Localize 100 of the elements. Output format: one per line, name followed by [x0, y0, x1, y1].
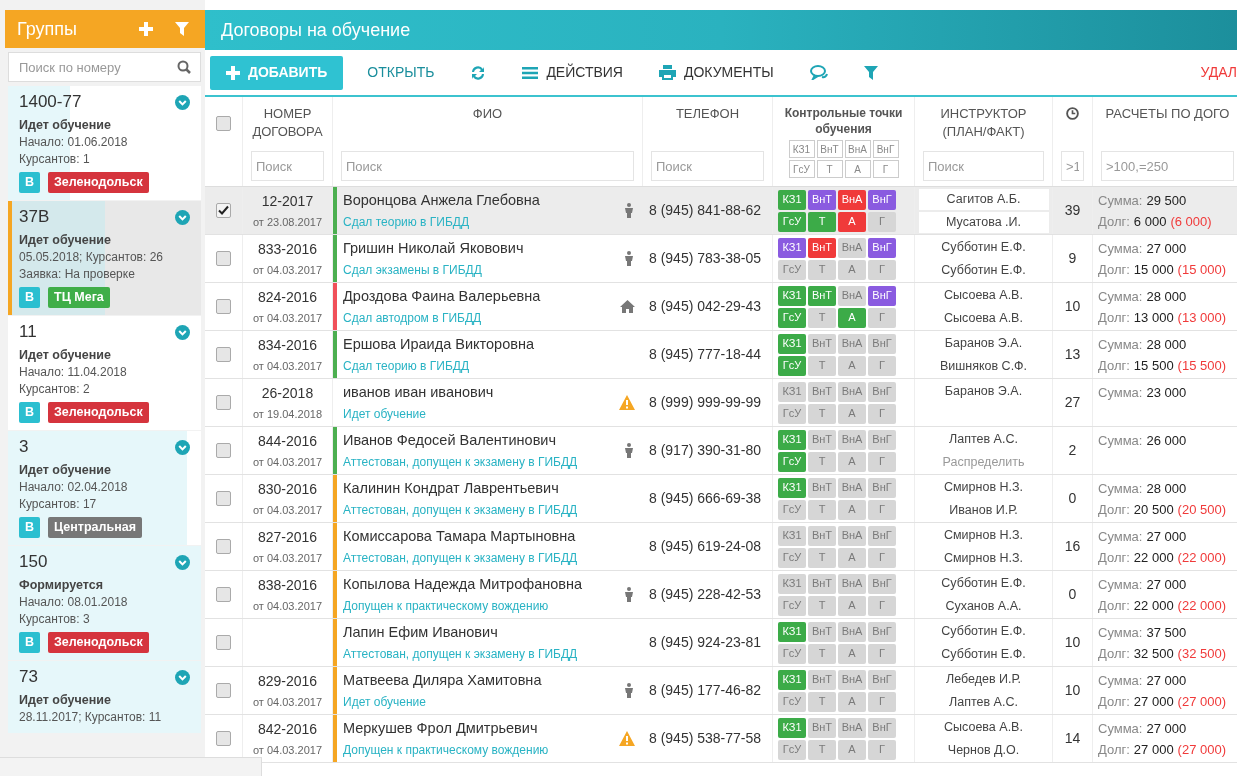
group-tag: В	[19, 287, 41, 308]
instructor-name[interactable]: Лаптев А.С.	[918, 692, 1049, 713]
column-filter-field[interactable]: Поиск	[251, 151, 324, 181]
student-name[interactable]: иванов иван иванович	[343, 381, 619, 404]
checkbox[interactable]	[216, 539, 231, 554]
student-name[interactable]: Лапин Ефим Иванович	[343, 621, 635, 644]
chevron-down-icon[interactable]	[175, 439, 190, 455]
table-row[interactable]: 26-2018 от 19.04.2018 иванов иван иванович Идет обучение 8 (999) 999-99-99 КЗ1 ВнТ ВнА ВнГ ГсУ Т А Г Баранов Э.А. 27 Сумма: 23 000	[205, 379, 1237, 427]
overdue-value: (6 000)	[1170, 212, 1212, 231]
table-row[interactable]: 827-2016 от 04.03.2017 Комиссарова Тамара Мартыновна Аттестован, допущен к экзамену в ГИБДД 8 (945) 619-24-08 КЗ1 ВнТ ВнА ВнГ ГсУ Т А Г Смирнов Н.З. Смирнов Н.З. 16 Сумма: 27 000 Долг: 22 000 (22 000)	[205, 523, 1237, 571]
column-filter-field[interactable]: Поиск	[923, 151, 1044, 181]
overdue-value: (15 000)	[1177, 260, 1227, 279]
student-name[interactable]: Калинин Кондрат Лаврентьевич	[343, 477, 635, 500]
checkbox[interactable]	[216, 116, 231, 131]
instructor-name[interactable]: Субботин Е.Ф.	[918, 573, 1049, 594]
checkbox[interactable]	[216, 443, 231, 458]
checkpoint-chip: Т	[808, 643, 836, 664]
instructor-name[interactable]: Баранов Э.А.	[918, 333, 1049, 354]
instructor-name[interactable]: Субботин Е.Ф.	[918, 237, 1049, 258]
checkpoint-chip: Т	[808, 499, 836, 520]
instructor-name[interactable]: Баранов Э.А.	[918, 381, 1049, 402]
phone-number: 8 (917) 390-31-80	[649, 441, 762, 460]
chevron-down-icon[interactable]	[175, 324, 190, 340]
group-card[interactable]: 3 Идет обучение Начало: 02.04.2018 Курсантов: 17 В Центральная	[8, 431, 201, 545]
table-row[interactable]: 838-2016 от 04.03.2017 Копылова Надежда Митрофановна Допущен к практическому вождению 8 (945) 228-42-53 КЗ1 ВнТ ВнА ВнГ ГсУ Т А Г Субботин Е.Ф. Суханов А.А. 0 Сумма: 27 000 Долг: 22 000 (22 000)	[205, 571, 1237, 619]
instructor-name[interactable]: Чернов Д.О.	[918, 740, 1049, 761]
student-name[interactable]: Комиссарова Тамара Мартыновна	[343, 525, 635, 548]
column-filter-field[interactable]: >100,=250	[1101, 151, 1234, 181]
instructor-name[interactable]: Суханов А.А.	[918, 596, 1049, 617]
student-name[interactable]: Меркушев Фрол Дмитрьевич	[343, 717, 619, 740]
instructor-name[interactable]: Смирнов Н.З.	[918, 477, 1049, 498]
table-row[interactable]: 833-2016 от 04.03.2017 Гришин Николай Яковович Сдал экзамены в ГИБДД 8 (945) 783-38-05 КЗ1 ВнТ ВнА ВнГ ГсУ Т А Г Субботин Е.Ф. Субботин Е.Ф. 9 Сумма: 27 000 Долг: 15 000 (15 000)	[205, 235, 1237, 283]
group-card[interactable]: 73 Идет обучение 28.11.2017; Курсантов: 11	[8, 661, 201, 733]
chevron-down-icon[interactable]	[175, 209, 190, 225]
group-card[interactable]: 37В Идет обучение 05.05.2018; Курсантов: 26 Заявка: На проверке В ТЦ Мега	[8, 201, 201, 315]
checkbox[interactable]	[216, 587, 231, 602]
table-row[interactable]: 12-2017 от 23.08.2017 Воронцова Анжела Глебовна Сдал теорию в ГИБДД 8 (945) 841-88-62 КЗ1 ВнТ ВнА ВнГ ГсУ Т А Г Сагитов А.Б. Мусатова .И. 39 Сумма: 29 500 Долг: 6 000 (6 000)	[205, 187, 1237, 235]
table-row[interactable]: 830-2016 от 04.03.2017 Калинин Кондрат Лаврентьевич Аттестован, допущен к экзамену в ГИБДД 8 (945) 666-69-38 КЗ1 ВнТ ВнА ВнГ ГсУ Т А Г Смирнов Н.З. Иванов И.Р. 0 Сумма: 28 000 Долг: 20 500 (20 500)	[205, 475, 1237, 523]
group-card[interactable]: 150 Формируется Начало: 08.01.2018 Курсантов: 3 В Зеленодольск	[8, 546, 201, 660]
sum-label: Сумма:	[1098, 528, 1143, 546]
table-row[interactable]: 834-2016 от 04.03.2017 Ершова Ираида Викторовна Сдал теорию в ГИБДД 8 (945) 777-18-44 КЗ1 ВнТ ВнА ВнГ ГсУ Т А Г Баранов Э.А. Вишняков С.Ф. 13 Сумма: 28 000 Долг: 15 500 (15 500)	[205, 331, 1237, 379]
column-filter-field[interactable]: Поиск	[651, 151, 764, 181]
instructor-name[interactable]: Вишняков С.Ф.	[918, 356, 1049, 377]
group-card[interactable]: 11 Идет обучение Начало: 11.04.2018 Курсантов: 2 В Зеленодольск	[8, 316, 201, 430]
checkbox[interactable]	[216, 347, 231, 362]
instructor-name[interactable]: Смирнов Н.З.	[918, 525, 1049, 546]
student-name[interactable]: Ершова Ираида Викторовна	[343, 333, 635, 356]
checkbox[interactable]	[216, 203, 231, 218]
student-name[interactable]: Матвеева Диляра Хамитовна	[343, 669, 623, 692]
table-row[interactable]: Лапин Ефим Иванович Аттестован, допущен к экзамену в ГИБДД 8 (945) 924-23-81 КЗ1 ВнТ ВнА ВнГ ГсУ Т А Г Субботин Е.Ф. Субботин Е.Ф. 10 Сумма: 37 500 Долг: 32 500 (32 500)	[205, 619, 1237, 667]
column-filter-field[interactable]: Поиск	[341, 151, 634, 181]
checkbox[interactable]	[216, 395, 231, 410]
instructor-name[interactable]: Лебедев И.Р.	[918, 669, 1049, 690]
hours-count: 13	[1064, 345, 1081, 364]
chevron-down-icon[interactable]	[175, 554, 190, 570]
checkpoint-legend: КЗ1	[788, 140, 815, 158]
checkbox[interactable]	[216, 491, 231, 506]
instructor-name[interactable]: Смирнов Н.З.	[918, 548, 1049, 569]
open-button[interactable]: ОТКРЫТЬ	[355, 55, 447, 90]
group-card[interactable]: 1400-77 Идет обучение Начало: 01.06.2018 Курсантов: 1 В Зеленодольск	[8, 86, 201, 200]
checkbox[interactable]	[216, 635, 231, 650]
instructor-name[interactable]: Сысоева А.В.	[918, 717, 1049, 738]
checkbox[interactable]	[216, 731, 231, 746]
checkpoint-chip: Г	[868, 259, 896, 280]
student-name[interactable]: Копылова Надежда Митрофановна	[343, 573, 623, 596]
documents-button[interactable]: ДОКУМЕНТЫ	[646, 55, 786, 90]
instructor-name[interactable]: Сагитов А.Б.	[918, 189, 1049, 210]
group-search-field[interactable]: Поиск по номеру	[8, 52, 201, 82]
chevron-down-icon[interactable]	[175, 669, 190, 685]
instructor-name[interactable]: Сысоева А.В.	[918, 308, 1049, 329]
instructor-name[interactable]: Мусатова .И.	[918, 212, 1049, 233]
delete-button[interactable]: УДАЛ	[1188, 55, 1237, 90]
checkbox[interactable]	[216, 299, 231, 314]
instructor-name[interactable]: Субботин Е.Ф.	[918, 260, 1049, 281]
instructor-name[interactable]: Лаптев А.С.	[918, 429, 1049, 450]
chat-icon	[809, 65, 828, 80]
student-name[interactable]: Воронцова Анжела Глебовна	[343, 189, 623, 212]
actions-button[interactable]: ДЕЙСТВИЯ	[510, 55, 635, 90]
sum-label: Сумма:	[1098, 192, 1143, 210]
instructor-name[interactable]: Субботин Е.Ф.	[918, 644, 1049, 665]
debt-label: Долг:	[1098, 548, 1130, 567]
table-row[interactable]: 844-2016 от 04.03.2017 Иванов Федосей Валентинович Аттестован, допущен к экзамену в ГИБДД 8 (917) 390-31-80 КЗ1 ВнТ ВнА ВнГ ГсУ Т А Г Лаптев А.С. Распределить 2 Сумма: 26 000	[205, 427, 1237, 475]
student-name[interactable]: Дроздова Фаина Валерьевна	[343, 285, 620, 308]
phone-number: 8 (945) 538-77-58	[649, 729, 762, 748]
instructor-name[interactable]: Иванов И.Р.	[918, 500, 1049, 521]
instructor-name[interactable]: Субботин Е.Ф.	[918, 621, 1049, 642]
checkpoint-chip: ГсУ	[778, 355, 806, 376]
scrollbar[interactable]	[0, 757, 262, 776]
overdue-value: (27 000)	[1177, 740, 1227, 759]
table-row[interactable]: 829-2016 от 04.03.2017 Матвеева Диляра Хамитовна Идет обучение 8 (945) 177-46-82 КЗ1 ВнТ ВнА ВнГ ГсУ Т А Г Лебедев И.Р. Лаптев А.С. 10 Сумма: 27 000 Долг: 27 000 (27 000)	[205, 667, 1237, 715]
checkpoint-chip: ВнГ	[868, 333, 896, 354]
student-name[interactable]: Иванов Федосей Валентинович	[343, 429, 623, 452]
checkbox[interactable]	[216, 683, 231, 698]
table-row[interactable]: 824-2016 от 04.03.2017 Дроздова Фаина Валерьевна Сдал автодром в ГИБДД 8 (945) 042-29-43 КЗ1 ВнТ ВнА ВнГ ГсУ Т А Г Сысоева А.В. Сысоева А.В. 10 Сумма: 28 000 Долг: 13 000 (13 000)	[205, 283, 1237, 331]
student-name[interactable]: Гришин Николай Яковович	[343, 237, 623, 260]
checkpoint-chip: А	[838, 403, 866, 424]
checkbox[interactable]	[216, 251, 231, 266]
chevron-down-icon[interactable]	[175, 94, 190, 110]
checkpoint-chip: Т	[808, 547, 836, 568]
instructor-name[interactable]: Сысоева А.В.	[918, 285, 1049, 306]
